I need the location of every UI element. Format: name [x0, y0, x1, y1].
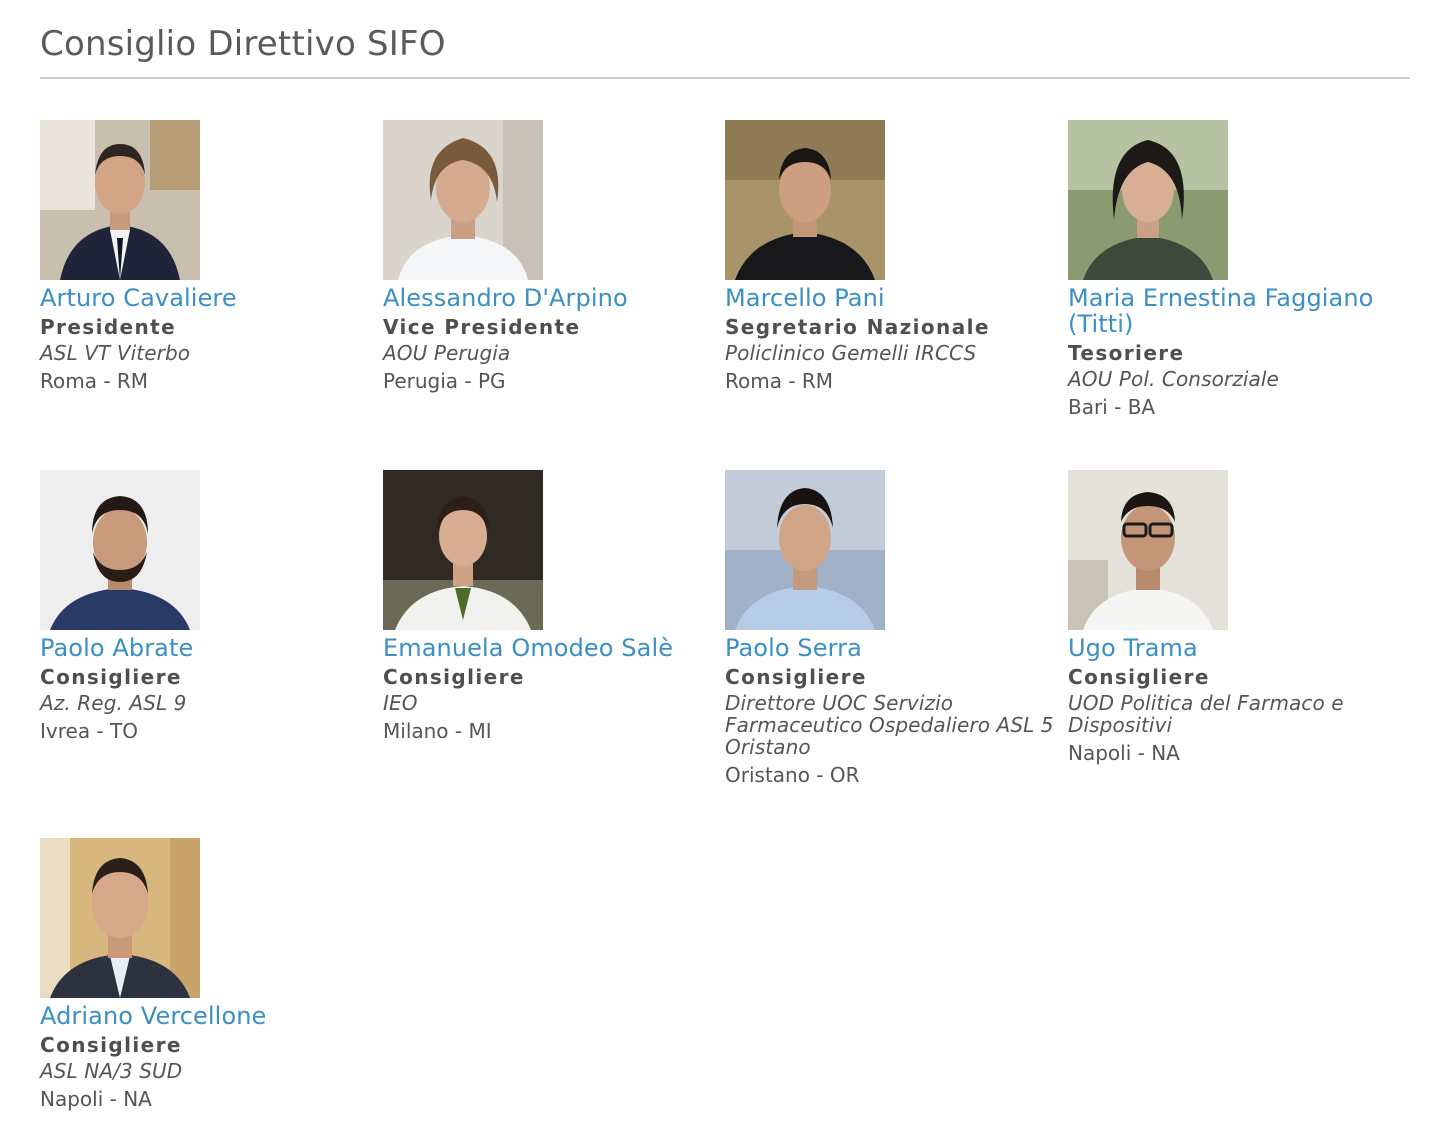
- member-location: Napoli - NA: [40, 1087, 152, 1111]
- member-organization: Az. Reg. ASL 9: [40, 691, 187, 715]
- member-photo[interactable]: [725, 470, 885, 630]
- member-organization: ASL VT Viterbo: [40, 341, 191, 365]
- member-photo[interactable]: [40, 838, 200, 998]
- member-name-link[interactable]: Arturo Cavaliere: [40, 285, 375, 311]
- member-name-link[interactable]: Emanuela Omodeo Salè: [383, 635, 718, 661]
- member-role: Segretario Nazionale: [725, 315, 990, 339]
- member-organization: Policlinico Gemelli IRCCS: [725, 341, 977, 365]
- member-card: Arturo Cavaliere Presidente ASL VT Viter…: [40, 120, 375, 392]
- member-role: Consigliere: [1068, 665, 1210, 689]
- member-organization: IEO: [383, 691, 418, 715]
- member-role: Vice Presidente: [383, 315, 581, 339]
- member-role: Consigliere: [40, 665, 182, 689]
- member-location: Napoli - NA: [1068, 741, 1180, 765]
- member-photo[interactable]: [40, 470, 200, 630]
- member-photo[interactable]: [725, 120, 885, 280]
- member-role: Consigliere: [40, 1033, 182, 1057]
- member-location: Oristano - OR: [725, 763, 860, 787]
- member-card: Adriano Vercellone Consigliere ASL NA/3 …: [40, 838, 375, 1110]
- member-photo[interactable]: [383, 470, 543, 630]
- member-organization: AOU Perugia: [383, 341, 511, 365]
- member-location: Roma - RM: [40, 369, 149, 393]
- member-location: Milano - MI: [383, 719, 492, 743]
- member-card: Emanuela Omodeo Salè Consigliere IEO Mil…: [383, 470, 718, 742]
- member-card: Alessandro D'Arpino Vice Presidente AOU …: [383, 120, 718, 392]
- member-location: Roma - RM: [725, 369, 834, 393]
- member-card: Paolo Serra Consigliere Direttore UOC Se…: [725, 470, 1060, 786]
- member-name-link[interactable]: Alessandro D'Arpino: [383, 285, 718, 311]
- member-card: Ugo Trama Consigliere UOD Politica del F…: [1068, 470, 1403, 764]
- member-photo[interactable]: [383, 120, 543, 280]
- member-photo[interactable]: [40, 120, 200, 280]
- member-card: Marcello Pani Segretario Nazionale Polic…: [725, 120, 1060, 392]
- member-name-link[interactable]: Adriano Vercellone: [40, 1003, 375, 1029]
- member-photo[interactable]: [1068, 470, 1228, 630]
- member-photo[interactable]: [1068, 120, 1228, 280]
- member-role: Presidente: [40, 315, 177, 339]
- member-role: Consigliere: [383, 665, 525, 689]
- member-card: Paolo Abrate Consigliere Az. Reg. ASL 9 …: [40, 470, 375, 742]
- member-organization: Direttore UOC Servizio Farmaceutico Ospe…: [725, 691, 1054, 759]
- member-location: Ivrea - TO: [40, 719, 138, 743]
- member-name-link[interactable]: Paolo Abrate: [40, 635, 375, 661]
- member-organization: ASL NA/3 SUD: [40, 1059, 183, 1083]
- page-title: Consiglio Direttivo SIFO: [40, 24, 446, 64]
- member-card: Maria Ernestina Faggiano (Titti) Tesorie…: [1068, 120, 1403, 418]
- member-organization: UOD Politica del Farmaco e Dispositivi: [1068, 691, 1344, 737]
- member-location: Bari - BA: [1068, 395, 1156, 419]
- member-name-link[interactable]: Maria Ernestina Faggiano (Titti): [1068, 285, 1403, 337]
- member-organization: AOU Pol. Consorziale: [1068, 367, 1279, 391]
- member-name-link[interactable]: Marcello Pani: [725, 285, 1060, 311]
- title-divider: [40, 77, 1410, 79]
- member-role: Consigliere: [725, 665, 867, 689]
- member-name-link[interactable]: Ugo Trama: [1068, 635, 1403, 661]
- member-location: Perugia - PG: [383, 369, 506, 393]
- member-role: Tesoriere: [1068, 341, 1185, 365]
- member-name-link[interactable]: Paolo Serra: [725, 635, 1060, 661]
